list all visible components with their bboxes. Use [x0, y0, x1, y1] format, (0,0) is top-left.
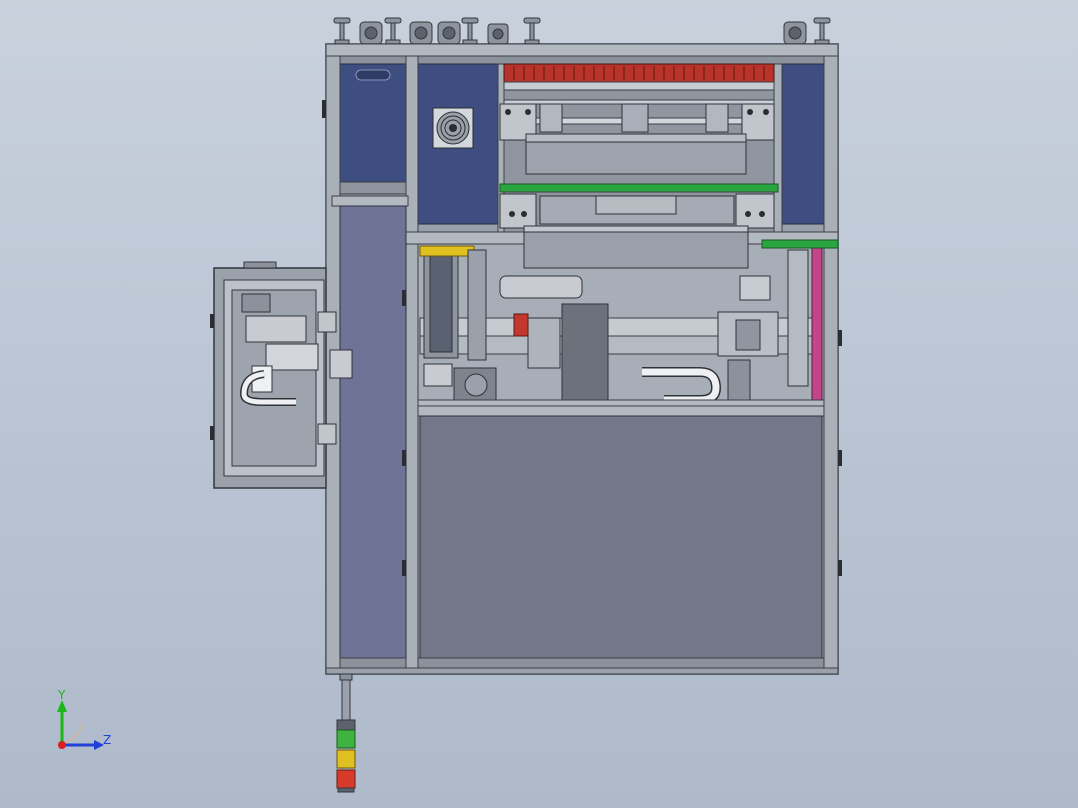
upper-right-panel	[781, 63, 827, 225]
caster-wheel	[359, 21, 383, 45]
caster-wheel	[783, 21, 807, 45]
leveling-foot	[333, 17, 351, 46]
leveling-foot	[813, 17, 831, 46]
upper-left-panel	[339, 63, 407, 195]
orientation-triad: Y Z	[57, 688, 111, 750]
signal-light-green	[336, 729, 356, 749]
leveling-foot	[384, 17, 402, 46]
fan-panel	[417, 63, 499, 225]
press-mechanism	[499, 89, 775, 185]
caster-wheel	[437, 21, 461, 45]
triad-origin	[58, 741, 66, 749]
leveling-foot	[523, 17, 541, 46]
leveling-foot	[461, 17, 479, 46]
caster-wheel	[487, 23, 509, 45]
signal-tower	[336, 673, 356, 793]
cad-viewport[interactable]: Y Z	[0, 0, 1078, 808]
z-axis-label: Z	[103, 733, 111, 747]
signal-light-red	[336, 769, 356, 789]
y-axis-label: Y	[57, 688, 66, 702]
signal-light-yellow	[336, 749, 356, 769]
heater-bar	[503, 63, 775, 91]
middle-mechanism	[417, 225, 839, 407]
side-column-panel	[331, 195, 409, 671]
top-fixtures	[333, 17, 831, 46]
caster-wheel	[409, 21, 433, 45]
green-guide-rail	[499, 183, 779, 193]
cooling-fan-icon	[432, 107, 474, 149]
